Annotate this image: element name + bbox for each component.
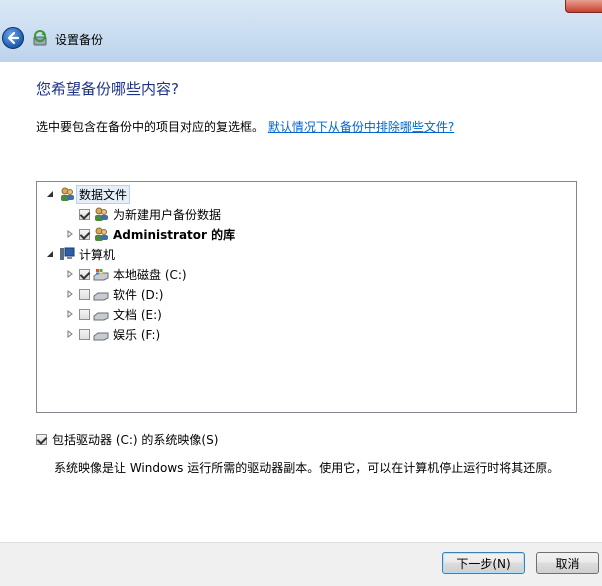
expand-arrow-icon[interactable]: [65, 309, 75, 319]
drive-d-checkbox[interactable]: [79, 288, 90, 300]
tree-node-drive-d[interactable]: 软件 (D:): [65, 284, 163, 304]
drive-c-checkbox[interactable]: [79, 268, 90, 280]
window-title: 设置备份: [55, 33, 104, 47]
new-users-checkbox[interactable]: [79, 208, 90, 220]
excluded-files-link[interactable]: 默认情况下从备份中排除哪些文件?: [268, 120, 454, 134]
content-area: 您希望备份哪些内容? 选中要包含在备份中的项目对应的复选框。 默认情况下从备份中…: [0, 62, 602, 542]
drive-label: 娱乐 (F:): [113, 327, 161, 342]
expand-arrow-icon[interactable]: [65, 229, 75, 239]
user-library-icon: [95, 227, 108, 241]
close-button[interactable]: [565, 0, 602, 13]
page-heading: 您希望备份哪些内容?: [36, 80, 179, 98]
expand-arrow-icon[interactable]: [65, 289, 75, 299]
instruction-text: 选中要包含在备份中的项目对应的复选框。 默认情况下从备份中排除哪些文件?: [36, 118, 454, 135]
tree-node-drive-f[interactable]: 娱乐 (F:): [65, 324, 160, 344]
backup-items-tree[interactable]: 数据文件 为新建用户备份数据 Administrator 的库 计算机 本地磁盘…: [36, 181, 577, 413]
instruction-label: 选中要包含在备份中的项目对应的复选框。: [36, 120, 265, 134]
back-arrow-icon: [7, 31, 20, 45]
collapse-arrow-icon[interactable]: [45, 189, 55, 199]
tree-node-drive-e[interactable]: 文档 (E:): [65, 304, 162, 324]
tree-node-data-files[interactable]: 数据文件: [45, 184, 131, 204]
users-icon: [95, 207, 108, 221]
admin-library-checkbox[interactable]: [79, 228, 90, 240]
back-button[interactable]: [2, 27, 24, 49]
next-button[interactable]: 下一步(N): [442, 552, 525, 574]
system-image-label: 包括驱动器 (C:) 的系统映像(S): [52, 433, 219, 447]
hard-drive-icon: [93, 312, 109, 321]
backup-app-icon: [33, 30, 47, 46]
title-bar: 设置备份: [0, 0, 602, 62]
cancel-button[interactable]: 取消: [536, 552, 599, 574]
windows-drive-icon: [93, 269, 109, 281]
computer-label: 计算机: [79, 247, 116, 262]
drive-f-checkbox[interactable]: [79, 328, 90, 340]
tree-node-computer[interactable]: 计算机: [45, 244, 115, 264]
admin-library-label: Administrator 的库: [113, 227, 236, 242]
drive-label: 文档 (E:): [113, 307, 162, 322]
tree-node-new-users[interactable]: 为新建用户备份数据: [79, 204, 221, 224]
system-image-checkbox[interactable]: [36, 434, 47, 445]
drive-e-checkbox[interactable]: [79, 308, 90, 320]
hard-drive-icon: [93, 332, 109, 341]
button-bar: 下一步(N) 取消: [0, 542, 602, 586]
tree-node-drive-c[interactable]: 本地磁盘 (C:): [65, 264, 187, 284]
collapse-arrow-icon[interactable]: [45, 249, 55, 259]
drive-label: 本地磁盘 (C:): [113, 267, 187, 282]
computer-icon: [60, 247, 75, 260]
drive-label: 软件 (D:): [113, 287, 164, 302]
expand-arrow-icon[interactable]: [65, 269, 75, 279]
users-folder-icon: [61, 187, 74, 201]
expand-arrow-icon[interactable]: [65, 329, 75, 339]
new-users-label: 为新建用户备份数据: [113, 207, 222, 222]
system-image-description: 系统映像是让 Windows 运行所需的驱动器副本。使用它，可以在计算机停止运行…: [54, 461, 560, 475]
hard-drive-icon: [93, 292, 109, 301]
system-image-option[interactable]: 包括驱动器 (C:) 的系统映像(S): [36, 431, 218, 448]
tree-node-admin-library[interactable]: Administrator 的库: [65, 224, 235, 244]
data-files-label: 数据文件: [76, 184, 131, 204]
